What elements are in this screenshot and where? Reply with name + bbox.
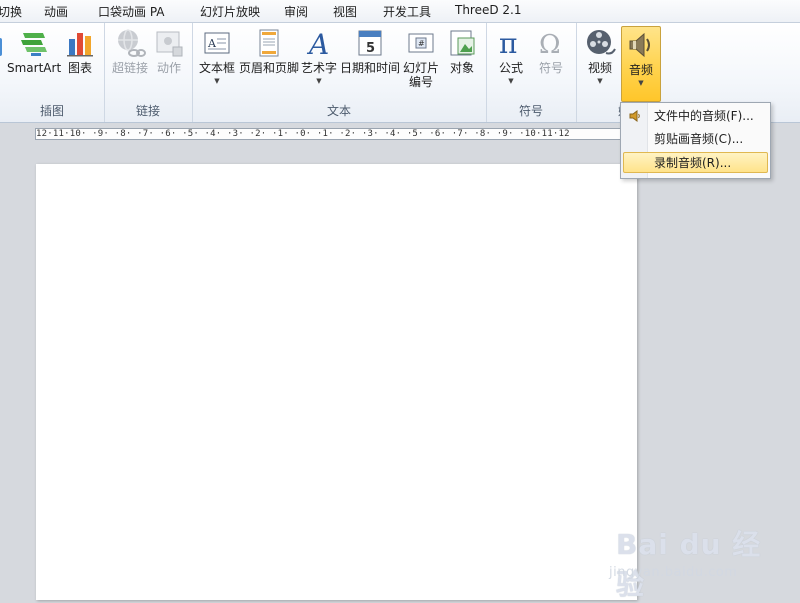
chart-icon: [67, 33, 93, 57]
group-label-links: 链接: [135, 104, 160, 118]
speaker-icon: [629, 32, 650, 58]
wordart-button[interactable]: A 艺术字 ▼: [299, 27, 339, 87]
smartart-icon: [21, 33, 47, 56]
audio-button[interactable]: 音频 ▼: [621, 26, 661, 102]
chevron-down-icon: ▼: [508, 77, 514, 85]
tab-view[interactable]: 视图: [333, 3, 357, 20]
menu-item-record-audio[interactable]: 录制音频(R)...: [623, 152, 768, 173]
slide-number-icon: #: [408, 33, 434, 53]
watermark-url: jingyan.baidu.com: [609, 565, 738, 580]
group-text: A 文本框 ▼ 页眉和页脚 A 艺术字 ▼ 5 日期和时间 # 幻灯片 编号 对…: [192, 23, 487, 122]
action-icon: [156, 31, 183, 57]
tab-developer[interactable]: 开发工具: [383, 3, 431, 20]
slide-canvas[interactable]: [36, 164, 637, 600]
textbox-button[interactable]: A 文本框 ▼: [195, 27, 239, 87]
svg-text:Ω: Ω: [539, 30, 561, 59]
wordart-icon: A: [306, 28, 329, 59]
chevron-down-icon: ▼: [316, 77, 322, 85]
tab-transitions[interactable]: 切换: [0, 3, 22, 20]
svg-text:#: #: [418, 39, 425, 48]
tab-review[interactable]: 审阅: [284, 3, 308, 20]
equation-button[interactable]: π 公式 ▼: [494, 27, 528, 87]
chevron-down-icon: ▼: [638, 79, 644, 87]
smartart-button[interactable]: SmartArt: [7, 27, 61, 75]
chevron-down-icon: ▼: [214, 77, 220, 85]
svg-text:5: 5: [366, 41, 375, 56]
menu-item-audio-from-file[interactable]: 文件中的音频(F)...: [623, 106, 768, 127]
textbox-icon: A: [204, 32, 230, 54]
header-footer-icon: [259, 29, 279, 57]
horizontal-ruler[interactable]: 12·11·10· ·9· ·8· ·7· ·6· ·5· ·4· ·3· ·2…: [35, 128, 640, 140]
baidu-watermark: Bai du 经验 jingyan.baidu.com: [604, 517, 774, 601]
speaker-small-icon: [629, 110, 640, 122]
ribbon-tab-bar: 切换 动画 口袋动画 PA 幻灯片放映 审阅 视图 开发工具 ThreeD 2.…: [0, 0, 800, 23]
pi-icon: π: [499, 27, 517, 59]
symbol-button[interactable]: Ω 符号: [534, 27, 568, 75]
video-button[interactable]: 视频 ▼: [582, 27, 618, 87]
group-label-symbols: 符号: [518, 104, 543, 118]
object-button[interactable]: 对象: [445, 27, 479, 75]
tab-animations[interactable]: 动画: [44, 3, 68, 20]
shapes-icon[interactable]: [0, 35, 6, 59]
tab-slideshow[interactable]: 幻灯片放映: [200, 3, 260, 20]
date-time-button[interactable]: 5 日期和时间: [340, 27, 400, 75]
omega-icon: Ω: [539, 30, 561, 59]
action-button[interactable]: 动作: [152, 27, 186, 75]
group-links: 超链接 动作 链接: [104, 23, 193, 122]
object-icon: [450, 30, 475, 56]
group-label-text: 文本: [326, 104, 351, 118]
date-time-icon: 5: [358, 30, 382, 56]
tab-pocket-animation[interactable]: 口袋动画 PA: [98, 3, 165, 20]
group-label-illustrations: 插图: [39, 104, 64, 118]
tab-threed[interactable]: ThreeD 2.1: [455, 3, 522, 17]
audio-dropdown-menu: 文件中的音频(F)... 剪贴画音频(C)... 录制音频(R)...: [620, 102, 771, 179]
hyperlink-icon: [118, 29, 146, 57]
svg-text:A: A: [207, 37, 217, 50]
group-illustrations: SmartArt 图表 插图: [0, 23, 105, 122]
svg-text:π: π: [499, 27, 517, 59]
group-symbols: π 公式 ▼ Ω 符号 符号: [486, 23, 577, 122]
svg-text:A: A: [306, 28, 329, 59]
watermark-brand: Bai du 经验: [616, 528, 762, 601]
chart-button[interactable]: 图表: [62, 27, 98, 75]
header-footer-button[interactable]: 页眉和页脚: [239, 27, 299, 75]
menu-item-clipart-audio[interactable]: 剪贴画音频(C)...: [623, 129, 768, 150]
slide-number-button[interactable]: # 幻灯片 编号: [402, 27, 440, 89]
film-reel-icon: [587, 30, 616, 55]
chevron-down-icon: ▼: [597, 77, 603, 85]
hyperlink-button[interactable]: 超链接: [108, 27, 152, 75]
